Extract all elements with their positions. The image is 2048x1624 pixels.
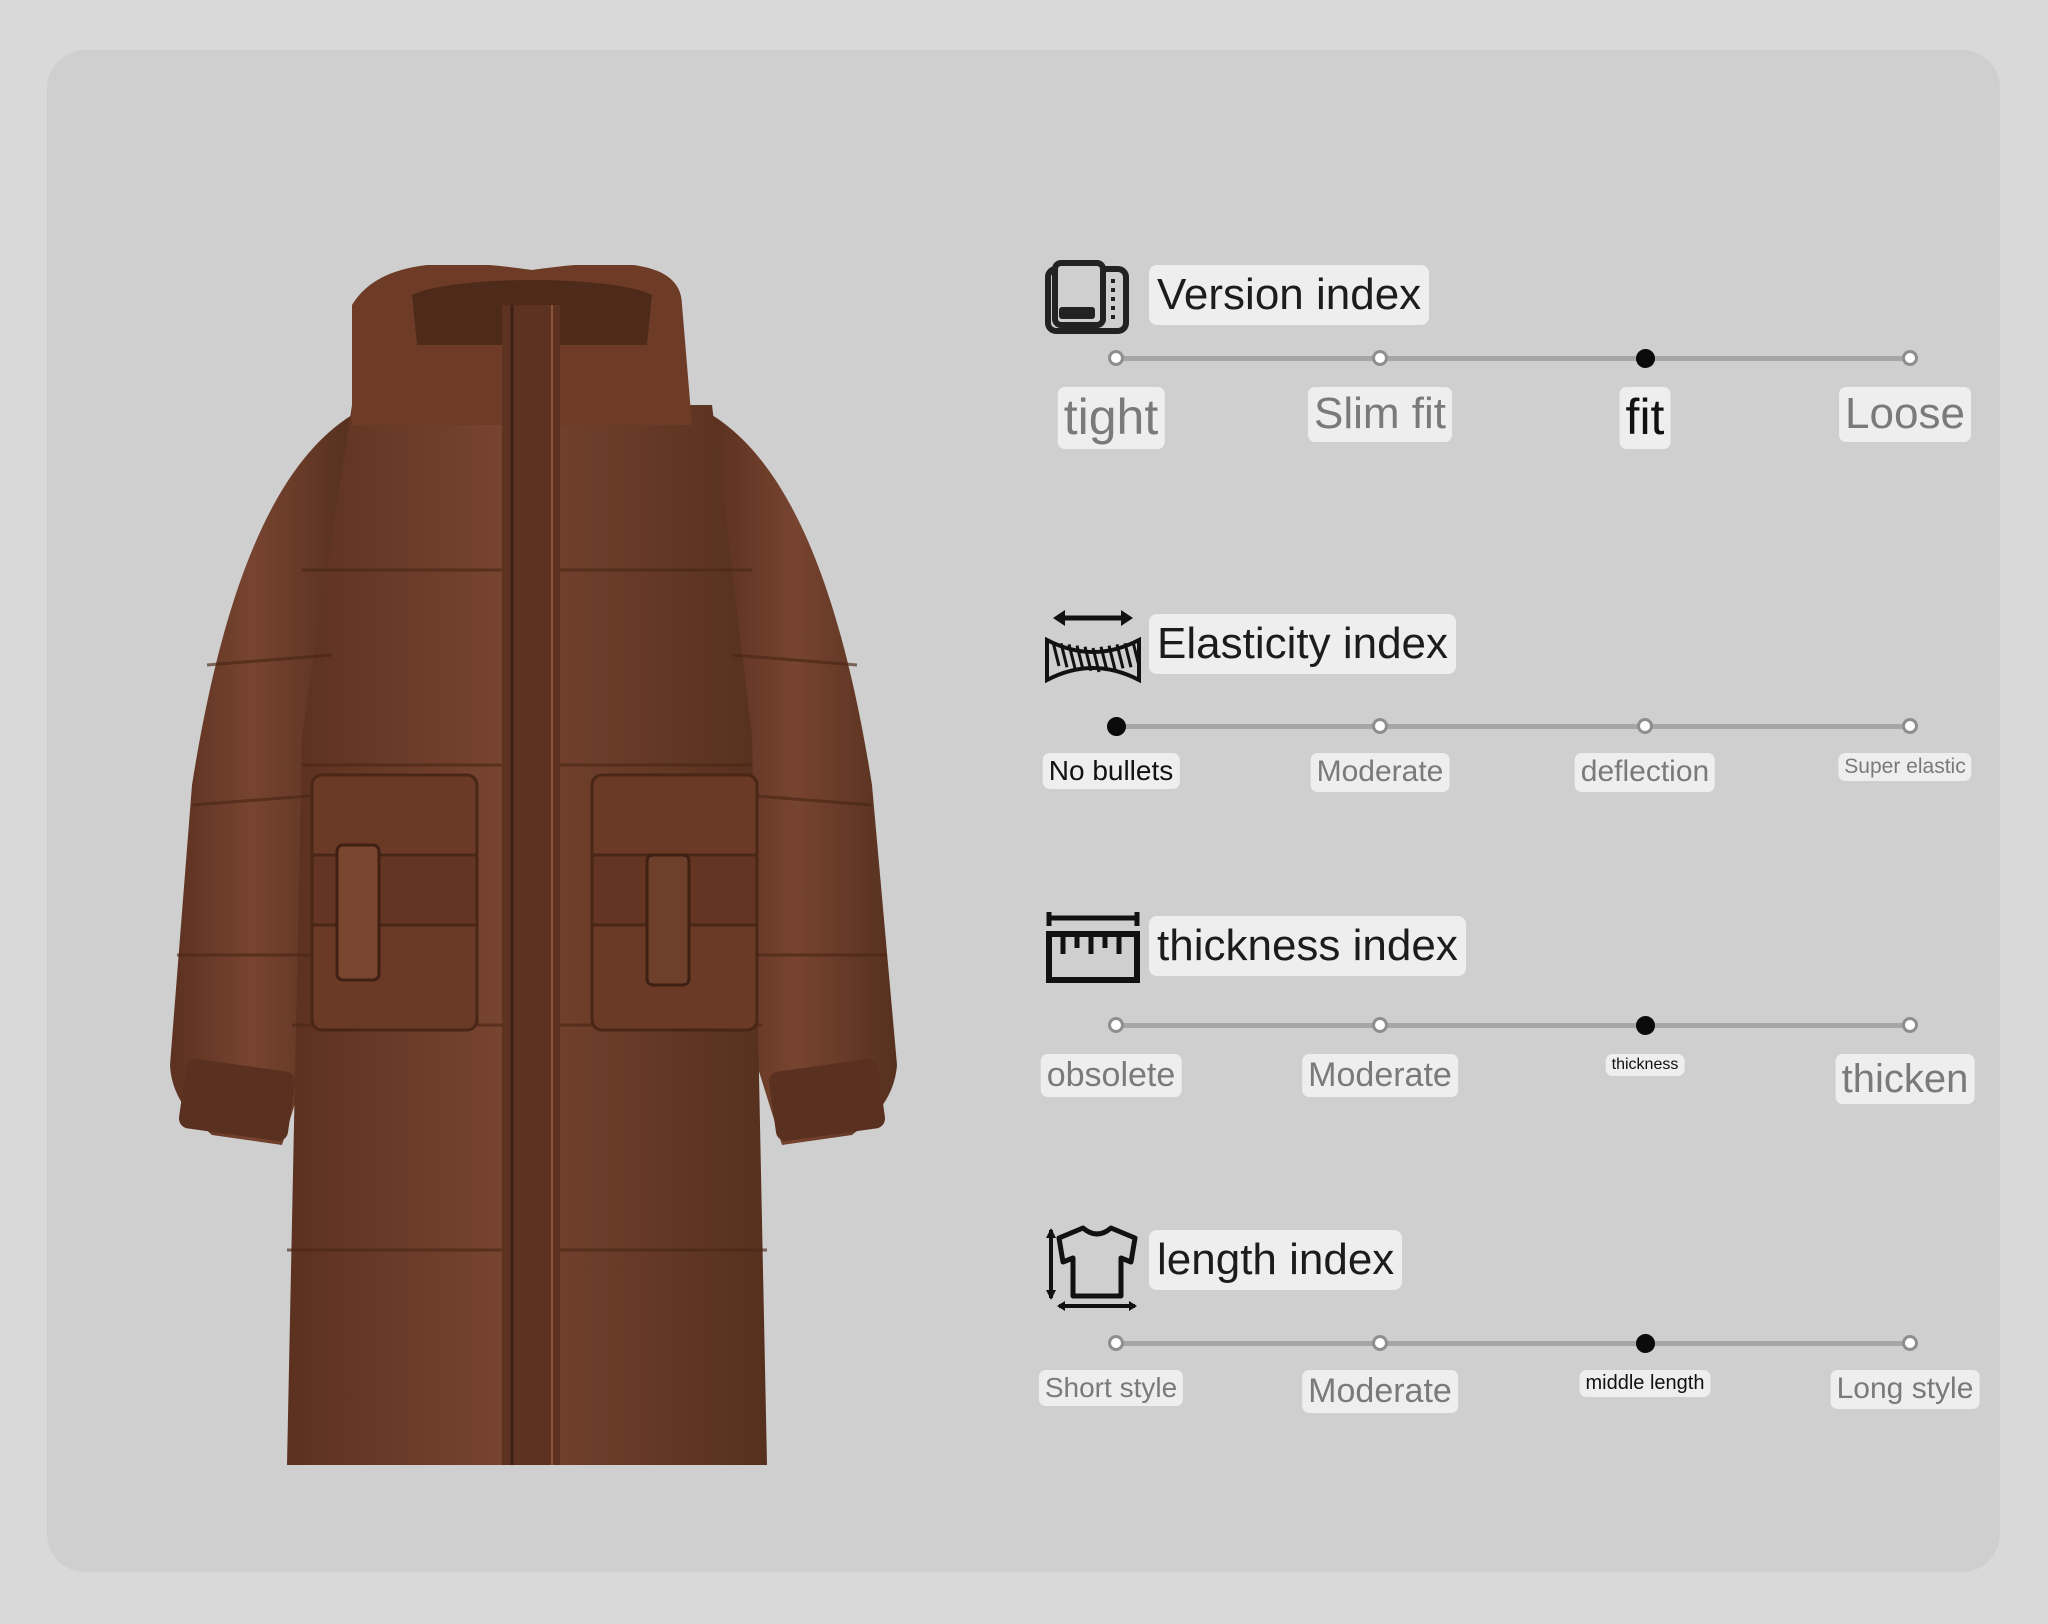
length-index-title: length index <box>1149 1230 1403 1290</box>
version-index-section: Version index tight Slim fit fit Loose <box>1037 247 1997 507</box>
length-option-dot-1[interactable] <box>1108 1335 1124 1351</box>
thickness-index-section: thickness index obsolete Moderate thickness… <box>1037 872 1997 1132</box>
thickness-option-dot-2[interactable] <box>1372 1017 1388 1033</box>
version-option-label-2: Slim fit <box>1308 387 1452 442</box>
version-index-track <box>1116 356 1910 361</box>
thickness-option-dot-4[interactable] <box>1902 1017 1918 1033</box>
elasticity-option-label-1: No bullets <box>1042 753 1180 790</box>
length-option-dot-2[interactable] <box>1372 1335 1388 1351</box>
elasticity-option-label-2: Moderate <box>1310 753 1450 792</box>
fabric-book-icon <box>1043 257 1131 339</box>
version-option-dot-3[interactable] <box>1635 348 1655 368</box>
elasticity-option-dot-2[interactable] <box>1372 718 1388 734</box>
thickness-option-label-3: thickness <box>1605 1054 1685 1077</box>
version-option-label-3: fit <box>1619 387 1671 449</box>
length-index-section: length index Short style Moderate middle le… <box>1037 1180 1997 1440</box>
length-option-label-2: Moderate <box>1302 1370 1458 1414</box>
version-option-dot-2[interactable] <box>1372 350 1388 366</box>
elasticity-index-title: Elasticity index <box>1149 614 1457 674</box>
length-option-label-3: middle length <box>1579 1370 1711 1397</box>
version-option-label-1: tight <box>1057 387 1165 449</box>
thickness-index-title: thickness index <box>1149 916 1466 976</box>
thickness-option-label-1: obsolete <box>1040 1054 1182 1098</box>
version-index-title: Version index <box>1149 265 1430 325</box>
version-option-label-4: Loose <box>1839 387 1971 442</box>
elasticity-option-dot-3[interactable] <box>1637 718 1653 734</box>
ruler-icon <box>1043 908 1140 990</box>
thickness-option-label-4: thicken <box>1835 1054 1975 1104</box>
elasticity-option-dot-4[interactable] <box>1902 718 1918 734</box>
product-card: Version index tight Slim fit fit Loose Elasti… <box>47 50 2000 1572</box>
elasticity-option-label-4: Super elastic <box>1838 753 1972 782</box>
thickness-option-dot-1[interactable] <box>1108 1017 1124 1033</box>
elasticity-option-dot-1[interactable] <box>1106 716 1126 736</box>
version-option-dot-4[interactable] <box>1902 350 1918 366</box>
length-option-label-4: Long style <box>1830 1370 1980 1409</box>
elasticity-option-label-3: deflection <box>1574 753 1716 792</box>
length-index-track <box>1116 1341 1910 1346</box>
length-option-dot-3[interactable] <box>1635 1333 1655 1353</box>
puffer-coat-image <box>170 265 897 1465</box>
length-option-label-1: Short style <box>1038 1370 1184 1407</box>
stretch-fabric-icon <box>1043 606 1141 688</box>
elasticity-index-section: Elasticity index No bullets Moderate deflec… <box>1037 560 1997 820</box>
elasticity-index-track <box>1116 724 1910 729</box>
thickness-option-dot-3[interactable] <box>1635 1015 1655 1035</box>
version-option-dot-1[interactable] <box>1108 350 1124 366</box>
thickness-option-label-2: Moderate <box>1302 1054 1458 1098</box>
thickness-index-track <box>1116 1023 1910 1028</box>
length-option-dot-4[interactable] <box>1902 1335 1918 1351</box>
shirt-length-icon <box>1043 1222 1138 1311</box>
